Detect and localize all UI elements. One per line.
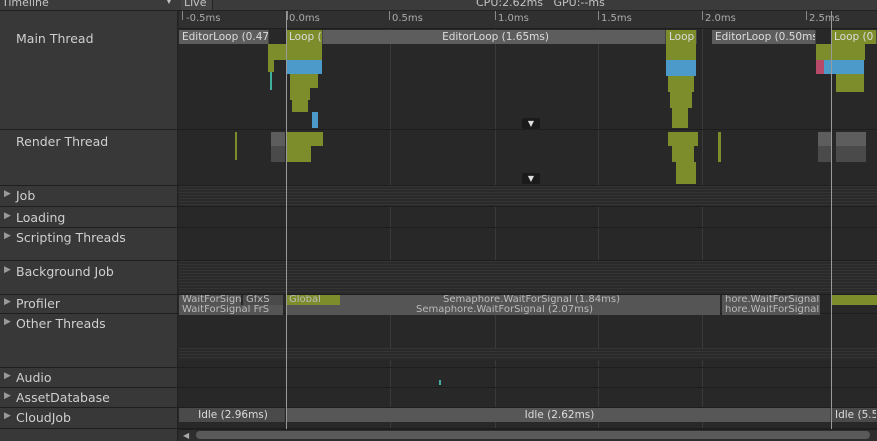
- cloudjob-idle-sample[interactable]: Idle (5.57m: [832, 408, 877, 422]
- main-thread-sample-loop[interactable]: Loop (0: [286, 30, 323, 44]
- grid-line: [495, 29, 496, 429]
- frame-start-marker: [286, 11, 287, 429]
- view-mode-dropdown[interactable]: Timeline ▼: [0, 0, 176, 10]
- cloudjob-idle-sample[interactable]: Idle (2.62ms): [286, 408, 831, 422]
- thread-label-render: Render Thread: [16, 134, 109, 149]
- grid-line: [390, 29, 391, 429]
- collapse-arrow-icon[interactable]: ▼: [522, 118, 540, 129]
- ruler-tick-label: 2.5ms: [809, 13, 840, 24]
- thread-group-assetdb[interactable]: AssetDatabase: [16, 390, 110, 405]
- ruler-tick-label: -0.5ms: [186, 13, 221, 24]
- profiler-sample-semaphore[interactable]: hore.WaitForSignal ((: [722, 295, 820, 305]
- frame-end-marker: [831, 11, 832, 429]
- scroll-left-icon[interactable]: ◀: [183, 431, 189, 440]
- grid-line: [702, 29, 703, 429]
- expand-triangle-icon[interactable]: ▶: [4, 297, 11, 307]
- expand-triangle-icon[interactable]: ▶: [4, 391, 11, 401]
- live-button[interactable]: Live: [181, 0, 213, 10]
- ruler-tick-label: 1.5ms: [601, 13, 632, 24]
- render-thread-samples[interactable]: [666, 132, 726, 186]
- thread-group-scripting[interactable]: Scripting Threads: [16, 230, 126, 245]
- expand-triangle-icon[interactable]: ▶: [4, 189, 11, 199]
- main-thread-sample-stack[interactable]: [268, 44, 324, 129]
- thread-group-cloudjob[interactable]: CloudJob: [16, 410, 71, 425]
- main-thread-sample-loop[interactable]: Loop (0: [666, 30, 697, 44]
- cloudjob-idle-sample[interactable]: Idle (2.96ms): [179, 408, 285, 422]
- profiler-sample-semaphore[interactable]: Semaphore.WaitForSignal (1.84ms): [340, 295, 720, 305]
- ruler-tick-label: 1.0ms: [498, 13, 529, 24]
- profiler-sample[interactable]: GfxS: [243, 295, 283, 305]
- profiler-sample[interactable]: WaitForSign: [179, 295, 241, 305]
- main-thread-sample-prev[interactable]: EditorLoop (0.47ms): [179, 30, 269, 44]
- other-thread-sample-semaphore[interactable]: Semaphore.WaitForSignal (2.07ms): [286, 305, 720, 315]
- other-thread-sample-semaphore[interactable]: hore.WaitForSignal ((: [722, 305, 820, 315]
- ruler-tick-label: 2.0ms: [705, 13, 736, 24]
- scrollbar-thumb[interactable]: [196, 431, 870, 439]
- view-mode-label: Timeline: [2, 0, 49, 9]
- other-thread-sample[interactable]: WaitForSignal FrS: [179, 305, 283, 315]
- main-thread-sample-stack[interactable]: [664, 44, 699, 129]
- render-thread-samples[interactable]: [230, 132, 330, 162]
- time-ruler[interactable]: -0.5ms 0.0ms 0.5ms 1.0ms 1.5ms 2.0ms 2.5…: [179, 11, 877, 29]
- expand-triangle-icon[interactable]: ▶: [4, 317, 11, 327]
- expand-triangle-icon[interactable]: ▶: [4, 265, 11, 275]
- thread-group-profiler[interactable]: Profiler: [16, 296, 60, 311]
- profiler-sample[interactable]: Global: [286, 295, 340, 305]
- main-thread-sample-editorloop[interactable]: EditorLoop (1.65ms): [323, 30, 666, 44]
- ruler-tick-label: 0.5ms: [392, 13, 423, 24]
- cpu-gpu-stats: CPU:2.62ms GPU:--ms: [476, 0, 605, 9]
- other-thread-samples: [179, 348, 877, 360]
- expand-triangle-icon[interactable]: ▶: [4, 231, 11, 241]
- thread-group-audio[interactable]: Audio: [16, 370, 52, 385]
- main-thread-sample-next[interactable]: EditorLoop (0.50ms): [712, 30, 816, 44]
- ruler-tick-label: 0.0ms: [289, 13, 320, 24]
- thread-group-job[interactable]: Job: [16, 188, 35, 203]
- thread-group-background[interactable]: Background Job: [16, 264, 114, 279]
- profiler-sample[interactable]: [832, 295, 877, 305]
- expand-triangle-icon[interactable]: ▶: [4, 211, 11, 221]
- thread-group-loading[interactable]: Loading: [16, 210, 65, 225]
- job-thread-samples: [179, 186, 877, 206]
- thread-label-main: Main Thread: [16, 31, 94, 46]
- collapse-arrow-icon[interactable]: ▼: [522, 173, 540, 184]
- audio-sample[interactable]: [439, 380, 441, 385]
- main-thread-sample-stack[interactable]: [816, 44, 866, 94]
- grid-line: [598, 29, 599, 429]
- main-thread-sample-loop[interactable]: Loop (0: [831, 30, 877, 44]
- thread-group-other[interactable]: Other Threads: [16, 316, 106, 331]
- expand-triangle-icon[interactable]: ▶: [4, 411, 11, 421]
- background-job-samples: [179, 261, 877, 294]
- render-thread-samples[interactable]: [818, 132, 867, 162]
- expand-triangle-icon[interactable]: ▶: [4, 371, 11, 381]
- chevron-down-icon: ▼: [165, 0, 172, 5]
